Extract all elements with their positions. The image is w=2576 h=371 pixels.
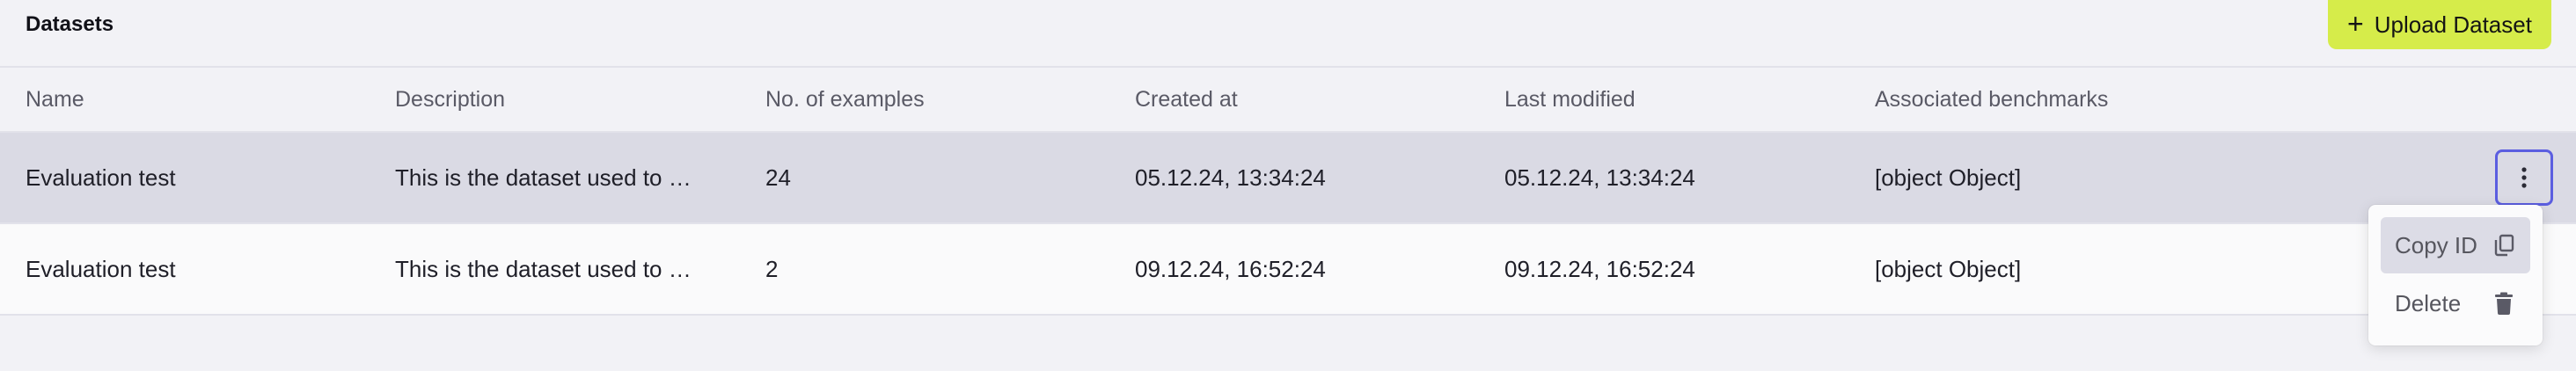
menu-item-label: Copy ID — [2395, 231, 2477, 258]
column-header-name[interactable]: Name — [26, 68, 369, 131]
cell-name: Evaluation test — [26, 164, 176, 191]
upload-dataset-label: Upload Dataset — [2374, 11, 2532, 38]
table-header: Name Description No. of examples Created… — [0, 68, 2576, 133]
menu-item-label: Delete — [2395, 289, 2462, 316]
upload-dataset-button[interactable]: + Upload Dataset — [2328, 0, 2551, 49]
cell-description-text: This is the dataset used to t… — [395, 164, 694, 191]
more-vertical-icon — [2521, 167, 2527, 188]
cell-benchmarks: [object Object] — [1875, 255, 2022, 282]
menu-item-copy-id[interactable]: Copy ID — [2381, 217, 2530, 273]
page-header: Datasets + Upload Dataset — [0, 0, 2576, 68]
cell-benchmarks: [object Object] — [1875, 164, 2022, 191]
plus-icon: + — [2347, 7, 2364, 40]
cell-description: This is the dataset used to t… — [395, 224, 694, 314]
menu-item-delete[interactable]: Delete — [2381, 275, 2530, 331]
cell-created: 09.12.24, 16:52:24 — [1135, 255, 1326, 282]
cell-modified: 05.12.24, 13:34:24 — [1504, 164, 1695, 191]
copy-icon — [2494, 234, 2514, 257]
row-actions-button[interactable] — [2495, 149, 2553, 206]
datasets-table: Name Description No. of examples Created… — [0, 68, 2576, 316]
column-header-created[interactable]: Created at — [1135, 68, 1469, 131]
table-row[interactable]: Evaluation test This is the dataset used… — [0, 133, 2576, 224]
cell-created: 05.12.24, 13:34:24 — [1135, 164, 1326, 191]
cell-examples: 2 — [765, 255, 779, 282]
column-header-description[interactable]: Description — [395, 68, 694, 131]
cell-modified: 09.12.24, 16:52:24 — [1504, 255, 1695, 282]
cell-name: Evaluation test — [26, 255, 176, 282]
page-title: Datasets — [26, 12, 114, 36]
column-header-examples[interactable]: No. of examples — [765, 68, 1100, 131]
cell-examples: 24 — [765, 164, 791, 191]
cell-description: This is the dataset used to t… — [395, 133, 694, 222]
row-actions-menu: Copy ID Delete — [2368, 205, 2543, 346]
table-row[interactable]: Evaluation test This is the dataset used… — [0, 224, 2576, 316]
column-header-benchmarks[interactable]: Associated benchmarks — [1875, 68, 2315, 131]
column-header-modified[interactable]: Last modified — [1504, 68, 1839, 131]
cell-description-text: This is the dataset used to t… — [395, 255, 694, 282]
trash-icon — [2495, 292, 2513, 315]
